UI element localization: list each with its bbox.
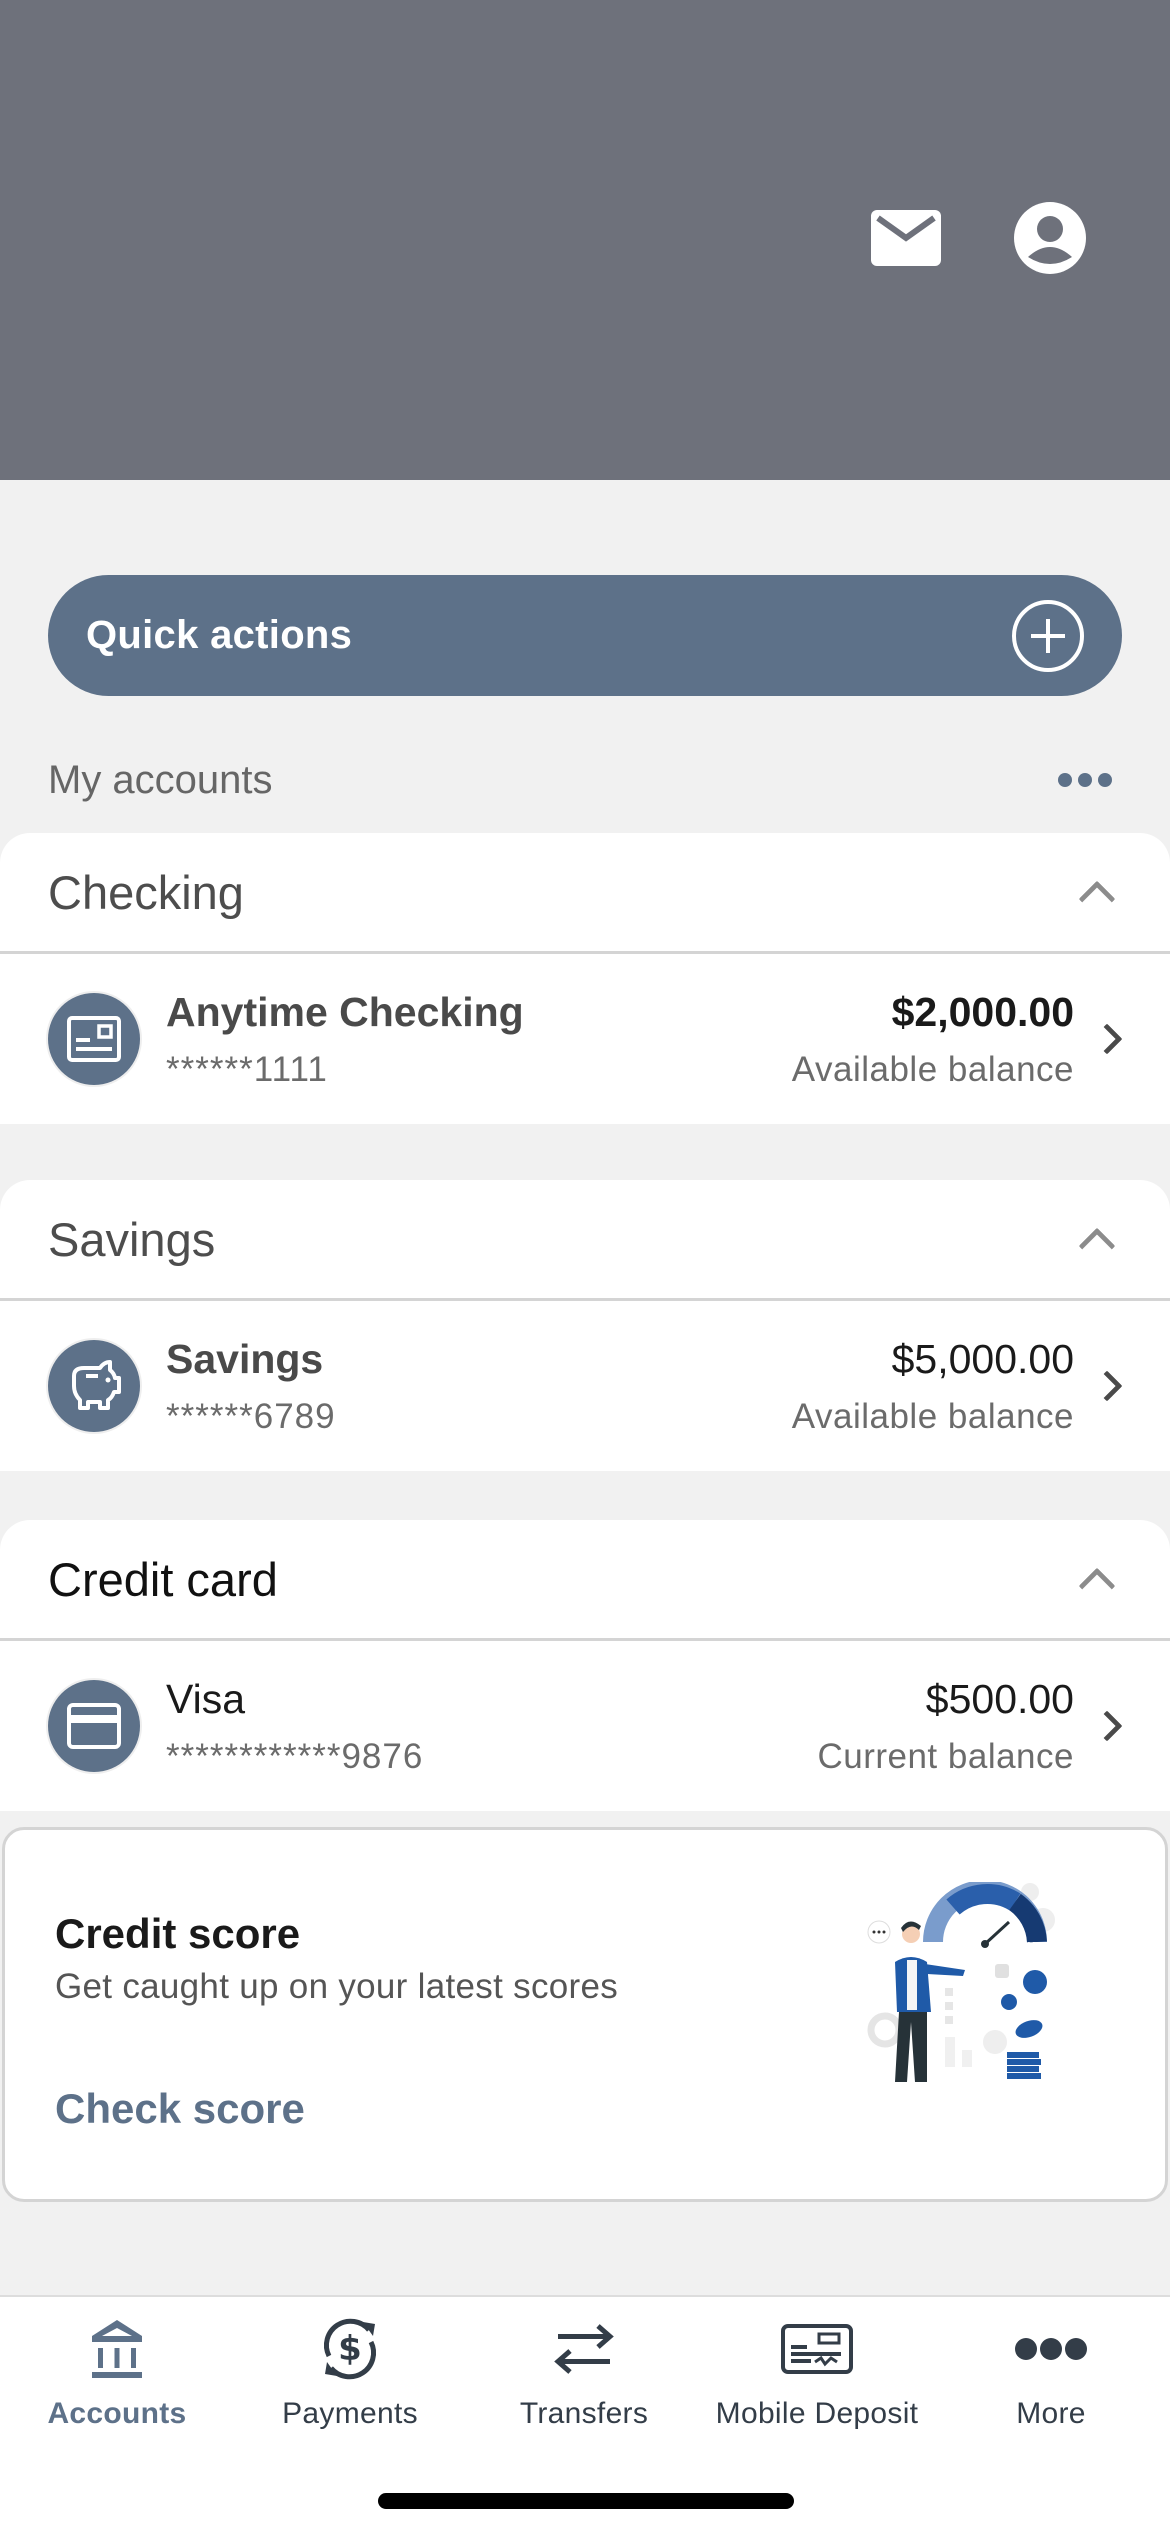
piggy-bank-icon xyxy=(48,1340,140,1432)
app-header xyxy=(0,0,1170,480)
account-balance: $500.00 xyxy=(925,1675,1074,1722)
quick-actions-label: Quick actions xyxy=(86,613,353,657)
account-name: Savings xyxy=(166,1335,324,1382)
gauge-poor-label: POOR xyxy=(937,1941,963,1950)
bank-icon xyxy=(90,2309,144,2389)
check-icon xyxy=(48,993,140,1085)
nav-label: More xyxy=(1016,2397,1086,2430)
account-number-masked: ******6789 xyxy=(166,1396,336,1436)
chevron-up-icon[interactable] xyxy=(1078,1567,1116,1605)
credit-score-illustration: POOR GOOD xyxy=(865,1880,1085,2092)
balance-label: Available balance xyxy=(791,1049,1074,1089)
group-title: Credit card xyxy=(48,1552,278,1606)
account-number-masked: ******1111 xyxy=(166,1049,328,1089)
credit-card-icon xyxy=(48,1680,140,1772)
nav-label: Payments xyxy=(282,2397,418,2430)
quick-actions-button[interactable]: Quick actions xyxy=(48,575,1122,696)
credit-score-title: Credit score xyxy=(55,1910,301,1957)
account-balance: $2,000.00 xyxy=(891,988,1074,1035)
group-header-savings[interactable]: Savings xyxy=(0,1180,1170,1301)
payment-cycle-icon: $ xyxy=(317,2309,383,2389)
profile-icon[interactable] xyxy=(1012,200,1088,276)
chevron-right-icon xyxy=(1091,1023,1123,1055)
nav-item-accounts[interactable]: Accounts xyxy=(0,2309,234,2449)
nav-item-transfers[interactable]: Transfers xyxy=(467,2309,701,2449)
nav-item-payments[interactable]: $ Payments xyxy=(233,2309,467,2449)
account-row[interactable]: Visa ************9876 $500.00 Current ba… xyxy=(0,1641,1170,1811)
nav-label: Mobile Deposit xyxy=(715,2397,919,2430)
svg-text:$: $ xyxy=(338,2329,362,2369)
account-row[interactable]: Savings ******6789 $5,000.00 Available b… xyxy=(0,1301,1170,1471)
check-score-link[interactable]: Check score xyxy=(55,2085,305,2133)
account-name: Visa xyxy=(166,1675,246,1722)
group-title: Checking xyxy=(48,865,244,919)
account-balance: $5,000.00 xyxy=(891,1335,1074,1382)
check-deposit-icon xyxy=(781,2309,853,2389)
account-name: Anytime Checking xyxy=(166,988,524,1035)
my-accounts-title: My accounts xyxy=(48,757,273,802)
nav-label: Transfers xyxy=(519,2397,649,2430)
balance-label: Current balance xyxy=(817,1736,1074,1776)
nav-item-more[interactable]: More xyxy=(934,2309,1168,2449)
account-row[interactable]: Anytime Checking ******1111 $2,000.00 Av… xyxy=(0,954,1170,1124)
chevron-up-icon[interactable] xyxy=(1078,1227,1116,1265)
mail-icon[interactable] xyxy=(868,200,944,276)
nav-label: Accounts xyxy=(47,2397,187,2430)
account-number-masked: ************9876 xyxy=(166,1736,424,1776)
group-header-checking[interactable]: Checking xyxy=(0,833,1170,954)
credit-score-subtitle: Get caught up on your latest scores xyxy=(55,1967,619,2006)
more-horizontal-icon xyxy=(1014,2309,1088,2389)
balance-label: Available balance xyxy=(791,1396,1074,1436)
chevron-right-icon xyxy=(1091,1710,1123,1742)
transfer-arrows-icon xyxy=(554,2309,614,2389)
account-group-credit-card: Credit card Visa ************9876 $500.0… xyxy=(0,1520,1170,1811)
chevron-up-icon[interactable] xyxy=(1078,880,1116,918)
group-header-credit-card[interactable]: Credit card xyxy=(0,1520,1170,1641)
plus-circle-icon xyxy=(1012,599,1084,672)
chevron-right-icon xyxy=(1091,1370,1123,1402)
home-indicator xyxy=(378,2493,794,2509)
gauge-good-label: GOOD xyxy=(1012,1941,1039,1950)
my-accounts-header: My accounts xyxy=(48,750,1122,810)
group-title: Savings xyxy=(48,1212,216,1266)
nav-item-mobile-deposit[interactable]: Mobile Deposit xyxy=(700,2309,934,2449)
credit-score-card: Credit score Get caught up on your lates… xyxy=(2,1827,1168,2202)
account-group-savings: Savings Savings ******6789 $5,000.00 Ava… xyxy=(0,1180,1170,1471)
more-horizontal-icon[interactable] xyxy=(1058,773,1122,787)
account-group-checking: Checking Anytime Checking ******1111 $2,… xyxy=(0,833,1170,1124)
